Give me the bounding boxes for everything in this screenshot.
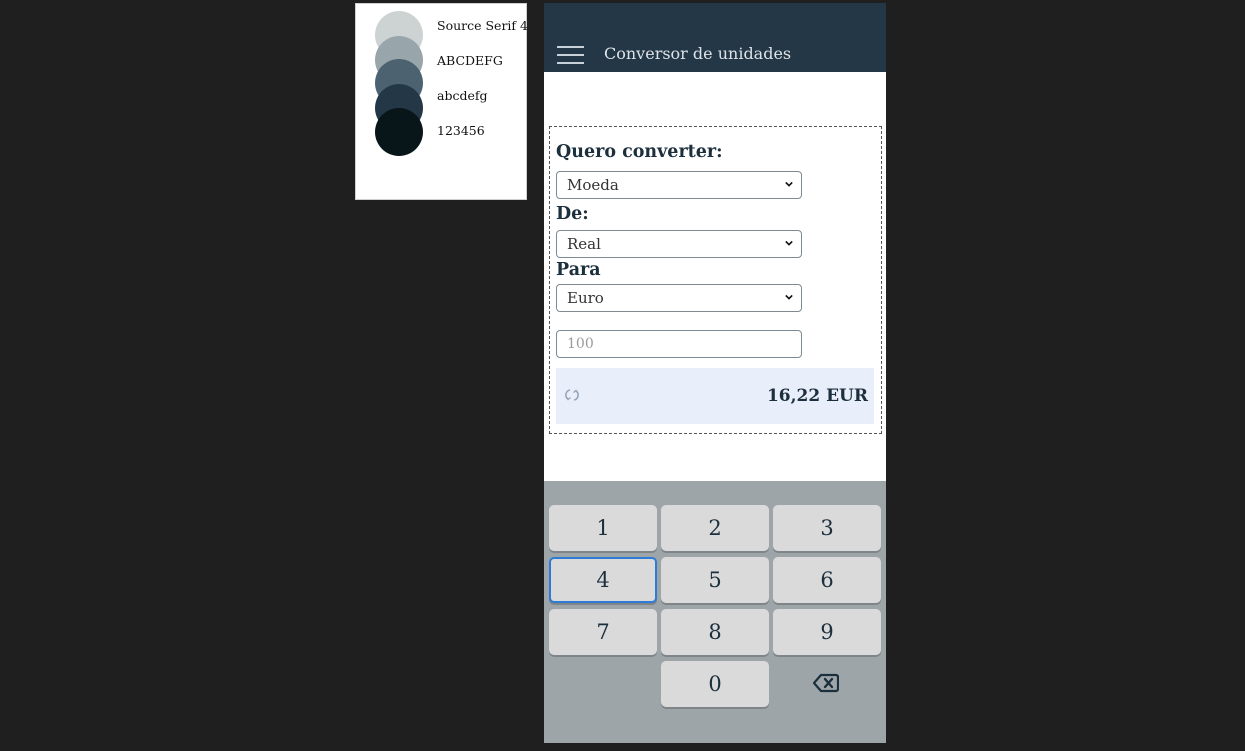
key-4[interactable]: 4 (549, 557, 657, 603)
to-label: Para (556, 260, 601, 280)
key-0[interactable]: 0 (661, 661, 769, 707)
conversion-result: 16,22 EUR (766, 386, 868, 406)
palette-swatch-5 (375, 108, 423, 156)
app-bar: Conversor de unidades (544, 3, 886, 72)
amount-input[interactable] (556, 330, 802, 358)
numeric-sample: 123456 (437, 123, 485, 138)
key-1[interactable]: 1 (549, 505, 657, 551)
lowercase-sample: abcdefg (437, 88, 488, 103)
from-unit-select[interactable]: Real (556, 230, 802, 258)
style-guide-card: Source Serif 4 ABCDEFG abcdefg 123456 (355, 3, 528, 200)
key-5[interactable]: 5 (661, 557, 769, 603)
phone-screen: Conversor de unidades Quero converter: M… (544, 3, 886, 743)
uppercase-sample: ABCDEFG (437, 53, 503, 68)
key-2[interactable]: 2 (661, 505, 769, 551)
chevron-down-icon (785, 294, 793, 300)
app-title: Conversor de unidades (604, 44, 792, 63)
category-select[interactable]: Moeda (556, 171, 802, 199)
numeric-keypad: 1 2 3 4 5 6 7 8 9 0 (544, 481, 886, 743)
to-unit-value: Euro (567, 289, 604, 307)
key-6[interactable]: 6 (773, 557, 881, 603)
backspace-icon (813, 673, 839, 693)
from-label: De: (556, 204, 589, 224)
chevron-down-icon (785, 181, 793, 187)
hamburger-menu-icon[interactable] (557, 46, 584, 64)
key-3[interactable]: 3 (773, 505, 881, 551)
key-7[interactable]: 7 (549, 609, 657, 655)
to-unit-select[interactable]: Euro (556, 284, 802, 312)
from-unit-value: Real (567, 235, 601, 253)
converter-form: Quero converter: Moeda De: Real Para Eur… (549, 126, 882, 434)
key-8[interactable]: 8 (661, 609, 769, 655)
chevron-down-icon (785, 240, 793, 246)
category-select-value: Moeda (567, 176, 619, 194)
backspace-key[interactable] (772, 660, 880, 706)
key-9[interactable]: 9 (773, 609, 881, 655)
font-name-label: Source Serif 4 (437, 18, 528, 33)
result-panel: 16,22 EUR (556, 368, 874, 424)
swap-icon[interactable] (565, 388, 579, 402)
category-label: Quero converter: (556, 142, 723, 162)
